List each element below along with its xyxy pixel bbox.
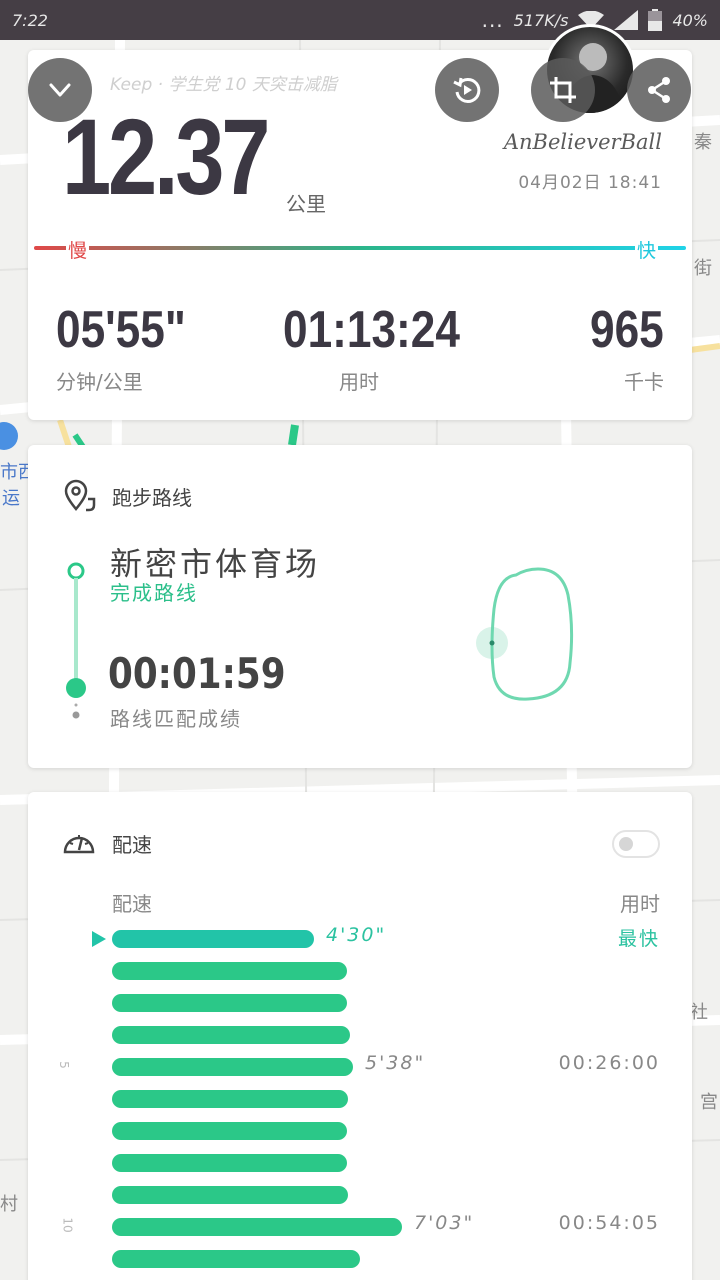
split-cumulative-time: 00:54:05 — [558, 1212, 660, 1234]
column-time: 用时 — [620, 892, 660, 916]
course-title: Keep · 学生党 10 天突击减脂 — [110, 75, 337, 95]
replay-icon — [453, 77, 481, 103]
network-speed: 517K/s — [513, 10, 569, 30]
map-label: 宫 — [700, 1092, 718, 1113]
duration-value: 01:13:24 — [283, 301, 460, 359]
pace-value: 05'55" — [56, 301, 186, 359]
km-mark: 5 — [56, 1061, 71, 1069]
split-cumulative-time: 00:26:00 — [558, 1052, 660, 1074]
stat-pace: 05'55" 分钟/公里 — [56, 300, 209, 395]
pace-split-label: 7'03" — [414, 1212, 475, 1234]
share-button[interactable] — [627, 58, 691, 122]
pace-split-bar — [112, 930, 314, 948]
pace-split-bar — [112, 1250, 360, 1268]
route-time-label: 路线匹配成绩 — [110, 707, 242, 731]
pace-label: 分钟/公里 — [56, 370, 143, 394]
pace-toggle[interactable] — [612, 830, 660, 858]
pace-header: 配速 — [62, 826, 152, 860]
pace-split-label: 5'38" — [365, 1052, 426, 1074]
route-status: 完成路线 — [110, 581, 198, 605]
fastest-marker-icon — [92, 931, 106, 947]
pace-split-bar — [112, 962, 347, 980]
route-timeline — [66, 562, 86, 719]
pace-split-bar — [112, 1026, 350, 1044]
column-pace: 配速 — [112, 892, 152, 916]
calories-label: 千卡 — [624, 370, 664, 394]
map-label: 运 — [2, 488, 20, 509]
replay-button[interactable] — [435, 58, 499, 122]
pace-split-bar — [112, 1218, 402, 1236]
fast-label: 快 — [634, 236, 658, 263]
route-pin-icon — [64, 479, 96, 512]
map-label: 村 — [0, 1194, 18, 1215]
status-time: 7:22 — [12, 10, 48, 30]
stat-duration: 01:13:24 用时 — [283, 300, 491, 395]
distance-value: 12.37 — [62, 96, 271, 217]
run-datetime: 04月02日 18:41 — [518, 173, 662, 193]
crop-icon — [550, 77, 576, 103]
stat-calories: 965 千卡 — [577, 300, 664, 395]
pace-split-label: 4'30" — [326, 924, 387, 946]
duration-label: 用时 — [339, 370, 379, 394]
pace-split-bar — [112, 1154, 347, 1172]
calories-value: 965 — [590, 301, 664, 359]
route-card[interactable]: 跑步路线 新密市体育场 完成路线 00:01:59 路线匹配成绩 — [28, 445, 692, 768]
km-mark: 10 — [60, 1217, 75, 1233]
battery-percent: 40% — [672, 10, 708, 30]
chevron-down-icon — [49, 83, 71, 97]
speedometer-icon — [63, 835, 95, 854]
pace-split-bar — [112, 1122, 347, 1140]
battery-icon — [648, 9, 663, 31]
pace-split-bar — [112, 1090, 348, 1108]
route-header: 跑步路线 — [62, 479, 192, 513]
slow-label: 慢 — [66, 236, 90, 263]
speed-gradient-bar — [34, 246, 686, 250]
distance-unit: 公里 — [286, 192, 326, 216]
signal-icon — [614, 10, 639, 30]
pace-split-bar — [112, 1186, 348, 1204]
map-label: 街 — [694, 258, 712, 279]
route-header-label: 跑步路线 — [112, 485, 192, 510]
share-icon — [648, 77, 670, 103]
pace-split-bar — [112, 994, 347, 1012]
route-track-shape — [476, 567, 574, 701]
map-label: 社 — [690, 1002, 708, 1023]
map-label: 秦 — [694, 132, 712, 153]
pace-card: 配速 配速 用时 4'30" 最快 5'38" 00:26:00 7'03" 00:54:… — [28, 792, 692, 1280]
pace-header-label: 配速 — [112, 832, 152, 857]
more-dots-icon: ... — [481, 8, 504, 32]
route-time: 00:01:59 — [108, 649, 286, 698]
collapse-button[interactable] — [28, 58, 92, 122]
crop-button[interactable] — [531, 58, 595, 122]
pace-split-bar — [112, 1058, 353, 1076]
fastest-label: 最快 — [617, 928, 660, 950]
username[interactable]: AnBelieverBall — [504, 130, 662, 154]
